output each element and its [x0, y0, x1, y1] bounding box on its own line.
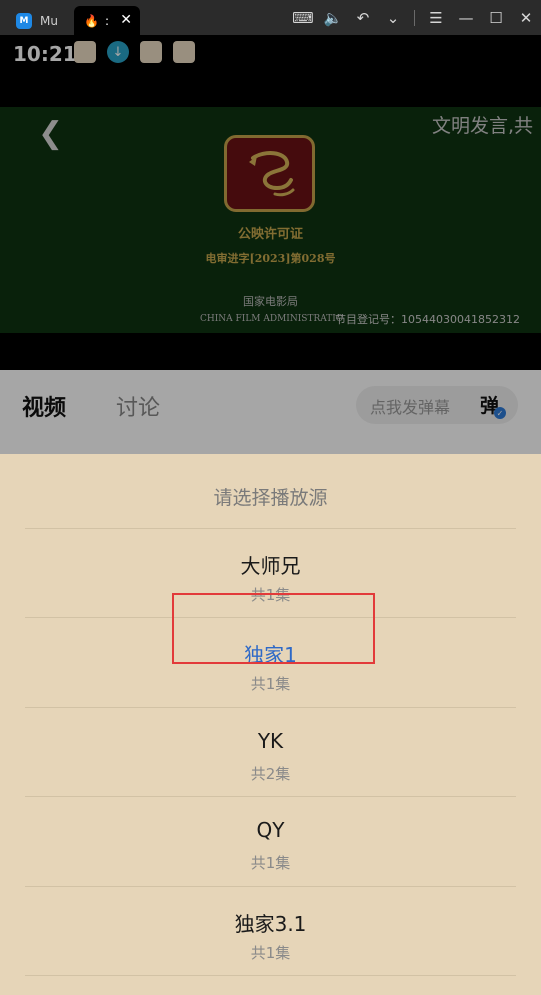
separator	[414, 9, 415, 26]
episode-count: 共1集	[250, 675, 291, 693]
divider	[25, 975, 516, 976]
maximize-icon[interactable]: ☐	[481, 0, 511, 35]
emulator-tab-app[interactable]: 🔥 : ✕	[74, 6, 140, 35]
chevron-down-icon[interactable]: ⌄	[378, 0, 408, 35]
tab-label: :	[104, 13, 109, 28]
source-name: QY	[256, 818, 285, 842]
app-logo-icon: M	[16, 12, 32, 29]
episode-count: 共1集	[250, 944, 291, 962]
close-tab-icon[interactable]: ✕	[120, 12, 132, 28]
emulator-titlebar: M Mu 🔥 : ✕ ⌨ 🔈 ↶ ⌄ ☰ — ☐ ✕	[0, 0, 541, 35]
source-name: 大师兄	[240, 554, 301, 578]
menu-icon[interactable]: ☰	[421, 0, 451, 35]
sheet-title: 请选择播放源	[213, 487, 328, 509]
emulator-tab-multi[interactable]: M Mu	[6, 6, 72, 35]
minimize-icon[interactable]: —	[451, 0, 481, 35]
flame-icon: 🔥	[84, 13, 99, 28]
undo-icon[interactable]: ↶	[348, 0, 378, 35]
episode-count: 共1集	[250, 854, 291, 872]
source-option[interactable]: QY 共1集	[25, 797, 516, 886]
source-select-sheet: 请选择播放源 大师兄 共1集 独家1 共1集 YK 共2集 QY 共1集 独家3…	[0, 454, 541, 995]
episode-count: 共2集	[250, 765, 291, 783]
phone-screen: 10:21 ↓ ❮ 文明发言,共 公映许可证 电审进字[2023]第028号 国…	[0, 35, 541, 995]
source-name: YK	[257, 729, 284, 753]
tab-label: Mu	[40, 13, 58, 28]
selection-highlight-box	[172, 593, 375, 664]
volume-icon[interactable]: 🔈	[318, 0, 348, 35]
source-name: 独家3.1	[234, 912, 307, 936]
close-window-icon[interactable]: ✕	[511, 0, 541, 35]
source-option[interactable]: 独家3.1 共1集	[25, 887, 516, 976]
keyboard-icon[interactable]: ⌨	[288, 0, 318, 35]
source-option[interactable]: YK 共2集	[25, 708, 516, 797]
window-controls: ⌨ 🔈 ↶ ⌄ ☰ — ☐ ✕	[288, 0, 541, 35]
modal-overlay[interactable]	[0, 35, 541, 454]
